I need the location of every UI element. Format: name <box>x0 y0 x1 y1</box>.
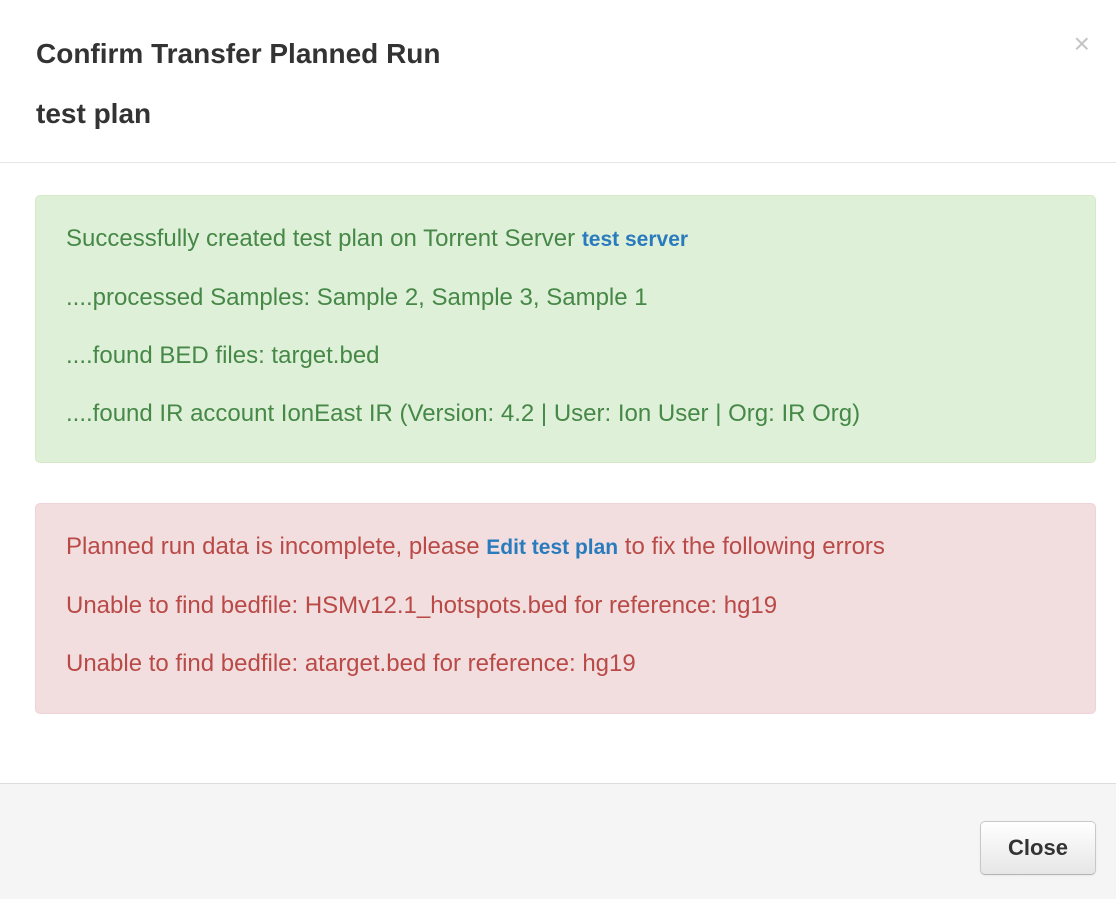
error-line: Unable to find bedfile: atarget.bed for … <box>66 650 636 677</box>
error-message: Planned run data is incomplete, please E… <box>66 518 1065 577</box>
processed-samples-line: ....processed Samples: Sample 2, Sample … <box>66 284 648 311</box>
bed-files-line: ....found BED files: target.bed <box>66 342 380 369</box>
edit-plan-link[interactable]: Edit test plan <box>486 536 618 559</box>
modal-header: Confirm Transfer Planned Run test plan × <box>0 0 1116 163</box>
success-message-text: Successfully created test plan on Torren… <box>66 225 582 252</box>
error-line: Unable to find bedfile: HSMv12.1_hotspot… <box>66 592 778 619</box>
confirm-transfer-modal: Confirm Transfer Planned Run test plan ×… <box>0 0 1116 899</box>
success-alert: Successfully created test plan on Torren… <box>35 195 1096 463</box>
server-link[interactable]: test server <box>582 228 688 251</box>
plan-name: test plan <box>36 98 152 129</box>
modal-title: Confirm Transfer Planned Run <box>36 38 441 69</box>
close-icon[interactable]: × <box>1074 30 1090 58</box>
modal-footer: Close <box>0 783 1116 899</box>
success-message: Successfully created test plan on Torren… <box>66 210 1065 269</box>
close-button[interactable]: Close <box>980 821 1096 875</box>
error-message-prefix: Planned run data is incomplete, please <box>66 533 487 560</box>
error-message-suffix: to fix the following errors <box>618 533 885 560</box>
error-alert: Planned run data is incomplete, please E… <box>35 503 1096 714</box>
ir-account-line: ....found IR account IonEast IR (Version… <box>66 400 861 427</box>
